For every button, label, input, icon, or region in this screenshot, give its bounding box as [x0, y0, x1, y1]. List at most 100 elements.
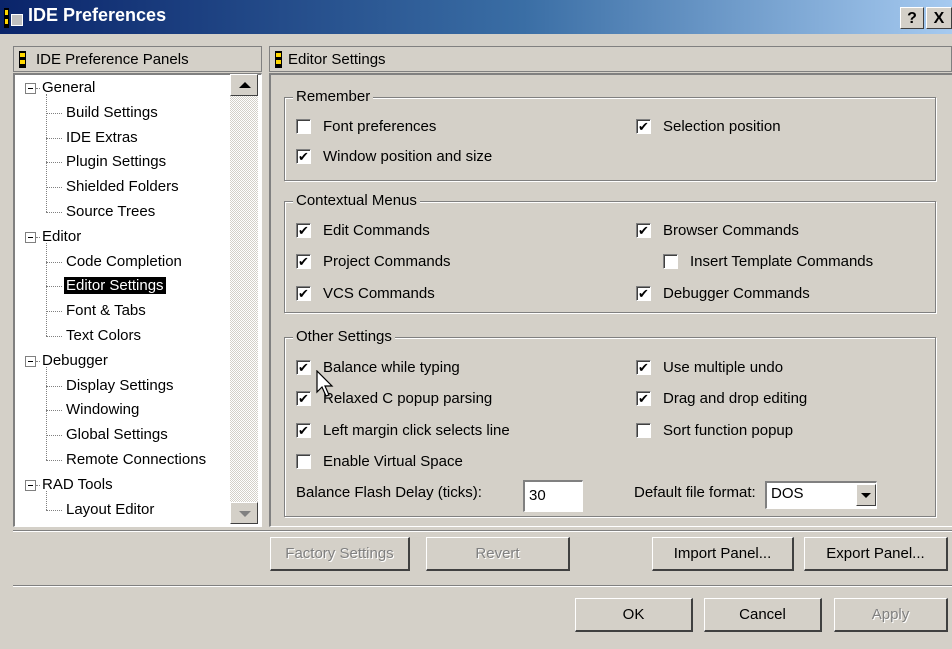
- checkbox-label: Debugger Commands: [663, 285, 810, 302]
- separator: [13, 530, 952, 532]
- checkbox-box[interactable]: ✔: [296, 286, 311, 301]
- collapse-icon[interactable]: [25, 479, 36, 491]
- tree-item[interactable]: Text Colors: [64, 324, 143, 348]
- checkbox-box[interactable]: ✔: [296, 223, 311, 238]
- scroll-down-button[interactable]: [230, 502, 258, 524]
- tree-item[interactable]: Editor Settings: [64, 274, 166, 298]
- factory-settings-button[interactable]: Factory Settings: [270, 537, 410, 571]
- check-icon: ✔: [298, 223, 309, 238]
- tree-item[interactable]: Global Settings: [64, 423, 170, 447]
- preference-panel-tree[interactable]: General Build Settings IDE Extras Plugin Se…: [13, 73, 262, 527]
- tree-connector: [46, 311, 62, 313]
- checkbox-box[interactable]: [296, 454, 311, 469]
- collapse-icon[interactable]: [25, 83, 36, 94]
- tree-item[interactable]: Build Settings: [64, 101, 160, 125]
- tree-connector: [46, 162, 62, 164]
- checkbox-box[interactable]: [636, 423, 651, 438]
- tree-group[interactable]: Debugger: [40, 349, 110, 373]
- close-button[interactable]: X: [926, 7, 952, 29]
- tree-item-label: Display Settings: [66, 376, 174, 394]
- tree-item-label: Code Completion: [66, 252, 182, 270]
- tree-item[interactable]: Windowing: [64, 398, 141, 422]
- tree-connector: [46, 112, 62, 114]
- checkbox-label: Left margin click selects line: [323, 422, 510, 439]
- tree-item[interactable]: Code Completion: [64, 250, 184, 274]
- tree-connector: [46, 187, 62, 189]
- tree-item[interactable]: IDE Extras: [64, 126, 140, 150]
- tree-connector: [46, 261, 62, 263]
- tree-group[interactable]: General: [40, 76, 97, 100]
- tree-item[interactable]: Shielded Folders: [64, 175, 181, 199]
- check-icon: ✔: [638, 286, 649, 301]
- checkbox-label: Use multiple undo: [663, 359, 784, 376]
- dropdown-button[interactable]: [856, 484, 876, 506]
- tree-item-label: RAD Tools: [42, 475, 113, 493]
- tree-item-label: Font & Tabs: [66, 302, 146, 320]
- tree-item-label: Build Settings: [66, 103, 158, 121]
- tree-item-label: Plugin Settings: [66, 153, 167, 171]
- checkbox-label: Insert Template Commands: [690, 253, 874, 270]
- checkbox-box[interactable]: ✔: [296, 149, 311, 164]
- window-title: IDE Preferences: [28, 5, 167, 25]
- tree-item[interactable]: Source Trees: [64, 200, 157, 224]
- chevron-down-icon: [861, 493, 871, 498]
- collapse-icon[interactable]: [25, 355, 36, 367]
- tree-connector: [46, 385, 62, 387]
- checkbox-box[interactable]: ✔: [296, 391, 311, 406]
- tree-group[interactable]: RAD Tools: [40, 473, 115, 497]
- checkbox-label: Selection position: [663, 118, 781, 135]
- checkbox-box[interactable]: ✔: [636, 223, 651, 238]
- tree-item[interactable]: Remote Connections: [64, 448, 208, 472]
- checkbox-box[interactable]: ✔: [296, 360, 311, 375]
- tree-item[interactable]: Display Settings: [64, 374, 176, 398]
- other-settings-title: Other Settings: [293, 328, 395, 345]
- file-format-select[interactable]: DOS: [765, 481, 877, 509]
- tree-connector: [46, 286, 62, 288]
- tree-item[interactable]: Font & Tabs: [64, 299, 148, 323]
- tree-item-label: Shielded Folders: [66, 178, 179, 196]
- tree-item-label: Editor Settings: [64, 277, 166, 295]
- ok-button[interactable]: OK: [575, 598, 693, 632]
- tree-scrollbar[interactable]: [230, 74, 258, 524]
- mouse-cursor-icon: [316, 370, 334, 397]
- tree-connector: [46, 242, 47, 336]
- check-icon: ✔: [298, 360, 309, 375]
- tree-connector: [46, 212, 62, 213]
- import-panel-button[interactable]: Import Panel...: [652, 537, 794, 571]
- checkbox-label: Window position and size: [323, 148, 493, 165]
- checkbox-box[interactable]: ✔: [636, 119, 651, 134]
- tree-item-label: Windowing: [66, 401, 140, 419]
- cancel-button[interactable]: Cancel: [704, 598, 822, 632]
- revert-button[interactable]: Revert: [426, 537, 570, 571]
- check-icon: ✔: [298, 149, 309, 164]
- checkbox-box[interactable]: ✔: [636, 391, 651, 406]
- apply-button[interactable]: Apply: [834, 598, 948, 632]
- check-icon: ✔: [638, 223, 649, 238]
- checkbox-label: Balance while typing: [323, 359, 460, 376]
- tree-item-label: IDE Extras: [66, 128, 138, 146]
- tree-header: IDE Preference Panels: [13, 46, 262, 72]
- tree-connector: [46, 137, 62, 139]
- flash-delay-input[interactable]: 30: [523, 480, 583, 512]
- help-button[interactable]: ?: [900, 7, 924, 29]
- check-icon: ✔: [298, 254, 309, 269]
- checkbox-box[interactable]: ✔: [296, 254, 311, 269]
- checkbox-label: Drag and drop editing: [663, 390, 808, 407]
- flag-icon: [19, 51, 26, 68]
- checkbox-box[interactable]: [663, 254, 678, 269]
- tree-item[interactable]: Plugin Settings: [64, 150, 168, 174]
- export-panel-button[interactable]: Export Panel...: [804, 537, 948, 571]
- remember-group-title: Remember: [293, 88, 374, 105]
- collapse-icon[interactable]: [25, 231, 36, 243]
- tree-item[interactable]: Layout Editor: [64, 498, 156, 522]
- checkbox-box[interactable]: ✔: [636, 286, 651, 301]
- checkbox-box[interactable]: ✔: [296, 423, 311, 438]
- tree-connector: [36, 360, 40, 362]
- checkbox-box[interactable]: ✔: [636, 360, 651, 375]
- tree-connector: [46, 366, 47, 460]
- tree-item-label: General: [42, 79, 96, 96]
- tree-connector: [46, 460, 62, 461]
- scroll-up-button[interactable]: [230, 74, 258, 96]
- arrow-up-icon: [239, 82, 251, 88]
- checkbox-box[interactable]: [296, 119, 311, 134]
